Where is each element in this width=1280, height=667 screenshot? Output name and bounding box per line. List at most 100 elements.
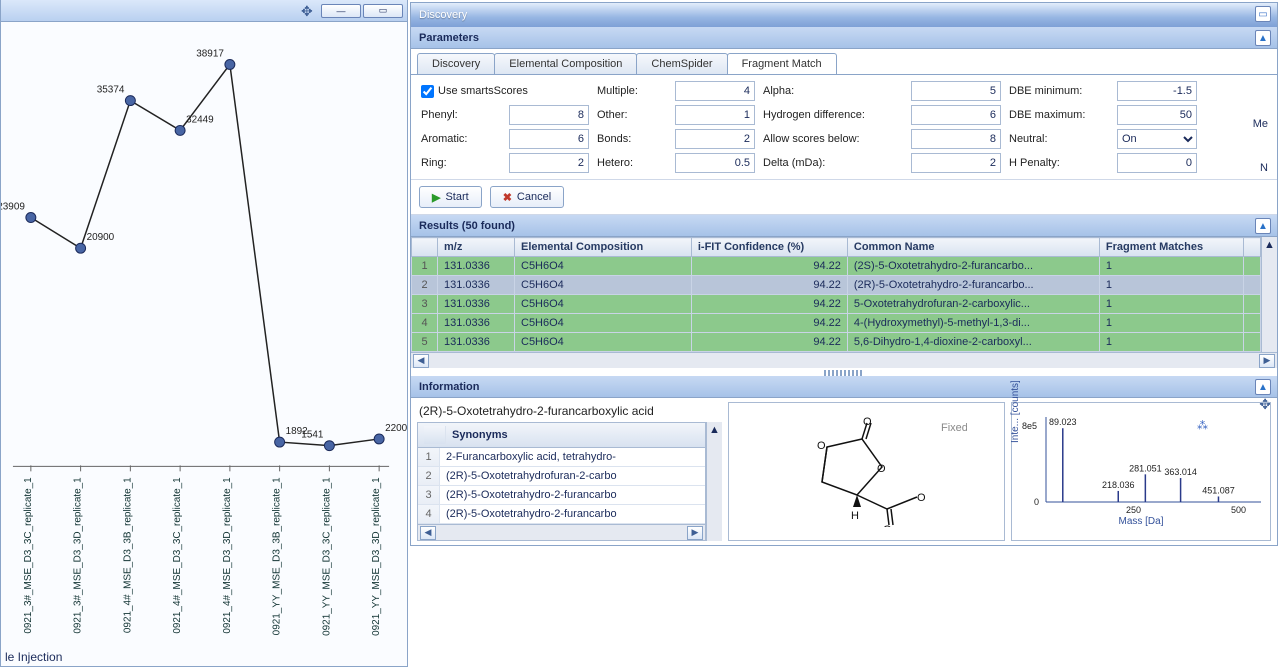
results-scrollbar-vertical[interactable]: ▲: [1261, 237, 1277, 352]
play-icon: ▶: [432, 191, 440, 204]
svg-text:38917: 38917: [196, 48, 224, 59]
list-item[interactable]: 3(2R)-5-Oxotetrahydro-2-furancarbo: [418, 486, 705, 505]
tab-fragment-match[interactable]: Fragment Match: [727, 53, 837, 74]
scroll-up-icon[interactable]: ▲: [709, 424, 720, 436]
parameters-header: Parameters ▲: [411, 27, 1277, 49]
parameters-collapse-button[interactable]: ▲: [1255, 30, 1271, 46]
list-item[interactable]: 2(2R)-5-Oxotetrahydrofuran-2-carbo: [418, 467, 705, 486]
neutral-label: Neutral:: [1009, 133, 1109, 145]
discovery-pane: Discovery ▭ Parameters ▲ Discovery Eleme…: [408, 0, 1280, 667]
delta-field[interactable]: [911, 153, 1001, 173]
scroll-right-icon[interactable]: ▶: [1259, 354, 1275, 368]
svg-text:0921_YY_MSE_D3_3D_replicate_1: 0921_YY_MSE_D3_3D_replicate_1: [371, 477, 382, 636]
spectrum-svg: 8e5 0 250 500 89.023218.036281.051363.01…: [1016, 407, 1266, 517]
panel-collapse-button[interactable]: ▭: [1255, 6, 1271, 22]
svg-text:32449: 32449: [186, 114, 214, 125]
dbemin-label: DBE minimum:: [1009, 85, 1109, 97]
table-row[interactable]: 3131.0336C5H6O494.225-Oxotetrahydrofuran…: [412, 295, 1261, 314]
information-body: ✥ (2R)-5-Oxotetrahydro-2-furancarboxylic…: [411, 398, 1277, 545]
scroll-up-icon[interactable]: ▲: [1264, 239, 1275, 251]
results-body: m/zElemental Compositioni-FIT Confidence…: [411, 237, 1277, 376]
results-scrollbar-horizontal[interactable]: ◀ ▶: [411, 352, 1277, 368]
information-title: Information: [419, 381, 480, 393]
dbemax-label: DBE maximum:: [1009, 109, 1109, 121]
phenyl-field[interactable]: [509, 105, 589, 125]
list-item[interactable]: 4(2R)-5-Oxotetrahydro-2-furancarbo: [418, 505, 705, 524]
aromatic-label: Aromatic:: [421, 133, 501, 145]
start-button[interactable]: ▶Start: [419, 186, 482, 208]
scroll-left-icon[interactable]: ◀: [420, 526, 436, 540]
multiple-field[interactable]: [675, 81, 755, 101]
svg-text:2200: 2200: [385, 423, 407, 434]
table-row[interactable]: 5131.0336C5H6O494.225,6-Dihydro-1,4-diox…: [412, 333, 1261, 352]
svg-text:O: O: [817, 440, 826, 452]
discovery-panel: Discovery ▭ Parameters ▲ Discovery Eleme…: [410, 2, 1278, 546]
results-collapse-button[interactable]: ▲: [1255, 218, 1271, 234]
hdiff-field[interactable]: [911, 105, 1001, 125]
tab-chemspider[interactable]: ChemSpider: [636, 53, 727, 74]
parameters-buttonbar: ▶Start ✖Cancel: [411, 179, 1277, 215]
svg-text:23909: 23909: [1, 202, 25, 213]
parameters-title: Parameters: [419, 32, 479, 44]
use-smartsscores-checkbox[interactable]: [421, 85, 434, 98]
svg-text:218.036: 218.036: [1102, 480, 1135, 490]
molecule-structure: Fixed O O O O O H: [767, 417, 967, 527]
other-field[interactable]: [675, 105, 755, 125]
compound-name: (2R)-5-Oxotetrahydro-2-furancarboxylic a…: [417, 402, 722, 422]
hetero-label: Hetero:: [597, 157, 667, 169]
results-table[interactable]: m/zElemental Compositioni-FIT Confidence…: [411, 237, 1261, 352]
bonds-label: Bonds:: [597, 133, 667, 145]
synonyms-panel: (2R)-5-Oxotetrahydro-2-furancarboxylic a…: [417, 402, 722, 541]
bonds-field[interactable]: [675, 129, 755, 149]
spectrum-xlabel: Mass [Da]: [1016, 516, 1266, 527]
multiple-label: Multiple:: [597, 85, 667, 97]
phenyl-label: Phenyl:: [421, 109, 501, 121]
dbemin-field[interactable]: [1117, 81, 1197, 101]
svg-text:35374: 35374: [97, 85, 125, 96]
svg-text:0921_4#_MSE_D3_3C_replicate_1: 0921_4#_MSE_D3_3C_replicate_1: [172, 477, 183, 634]
synonyms-scrollbar-vertical[interactable]: ▲: [706, 422, 722, 541]
neutral-select[interactable]: On: [1117, 129, 1197, 149]
svg-text:250: 250: [1126, 505, 1141, 515]
discovery-title: Discovery: [419, 9, 467, 21]
spectrum-ylabel: Inte... [counts]: [1010, 380, 1021, 443]
table-row[interactable]: 1131.0336C5H6O494.22(2S)-5-Oxotetrahydro…: [412, 257, 1261, 276]
list-item[interactable]: 12-Furancarboxylic acid, tetrahydro-: [418, 448, 705, 467]
parameters-form: Use smartsScores Multiple: Alpha: DBE mi…: [411, 75, 1277, 179]
hetero-field[interactable]: [675, 153, 755, 173]
chart-caption: le Injection: [5, 650, 62, 664]
scatter-icon: ⁂: [1197, 419, 1208, 432]
cancel-icon: ✖: [503, 191, 512, 204]
cancel-button[interactable]: ✖Cancel: [490, 186, 564, 208]
svg-text:0921_4#_MSE_D3_3D_replicate_1: 0921_4#_MSE_D3_3D_replicate_1: [222, 477, 233, 634]
results-title: Results (50 found): [419, 220, 515, 232]
svg-text:0: 0: [1034, 497, 1039, 507]
allow-field[interactable]: [911, 129, 1001, 149]
svg-text:500: 500: [1231, 505, 1246, 515]
table-row[interactable]: 4131.0336C5H6O494.224-(Hydroxymethyl)-5-…: [412, 314, 1261, 333]
hpen-field[interactable]: [1117, 153, 1197, 173]
spectrum-panel: Inte... [counts] ⁂ 8e5 0 250 500 89.0232…: [1011, 402, 1271, 541]
scroll-right-icon[interactable]: ▶: [687, 526, 703, 540]
aromatic-field[interactable]: [509, 129, 589, 149]
maximize-button[interactable]: ▭: [363, 4, 403, 18]
use-smartsscores-label: Use smartsScores: [438, 85, 528, 97]
alpha-field[interactable]: [911, 81, 1001, 101]
information-header: Information ▲: [411, 376, 1277, 398]
table-row[interactable]: 2131.0336C5H6O494.22(2R)-5-Oxotetrahydro…: [412, 276, 1261, 295]
synonyms-scrollbar-horizontal[interactable]: ◀ ▶: [418, 524, 705, 540]
minimize-button[interactable]: —: [321, 4, 361, 18]
svg-text:0921_YY_MSE_D3_3B_replicate_1: 0921_YY_MSE_D3_3B_replicate_1: [272, 477, 283, 635]
ring-field[interactable]: [509, 153, 589, 173]
move-icon[interactable]: ✥: [301, 3, 313, 20]
svg-text:451.087: 451.087: [1202, 485, 1235, 495]
scroll-left-icon[interactable]: ◀: [413, 354, 429, 368]
synonyms-table[interactable]: Synonyms 12-Furancarboxylic acid, tetrah…: [417, 422, 706, 541]
information-collapse-button[interactable]: ▲: [1255, 379, 1271, 395]
trend-svg: 2390920900353743244938917189215412200092…: [1, 28, 407, 646]
svg-text:H: H: [851, 510, 859, 522]
tab-elemental-composition[interactable]: Elemental Composition: [494, 53, 637, 74]
tab-discovery[interactable]: Discovery: [417, 53, 495, 74]
svg-text:0921_3#_MSE_D3_3C_replicate_1: 0921_3#_MSE_D3_3C_replicate_1: [23, 477, 34, 634]
dbemax-field[interactable]: [1117, 105, 1197, 125]
